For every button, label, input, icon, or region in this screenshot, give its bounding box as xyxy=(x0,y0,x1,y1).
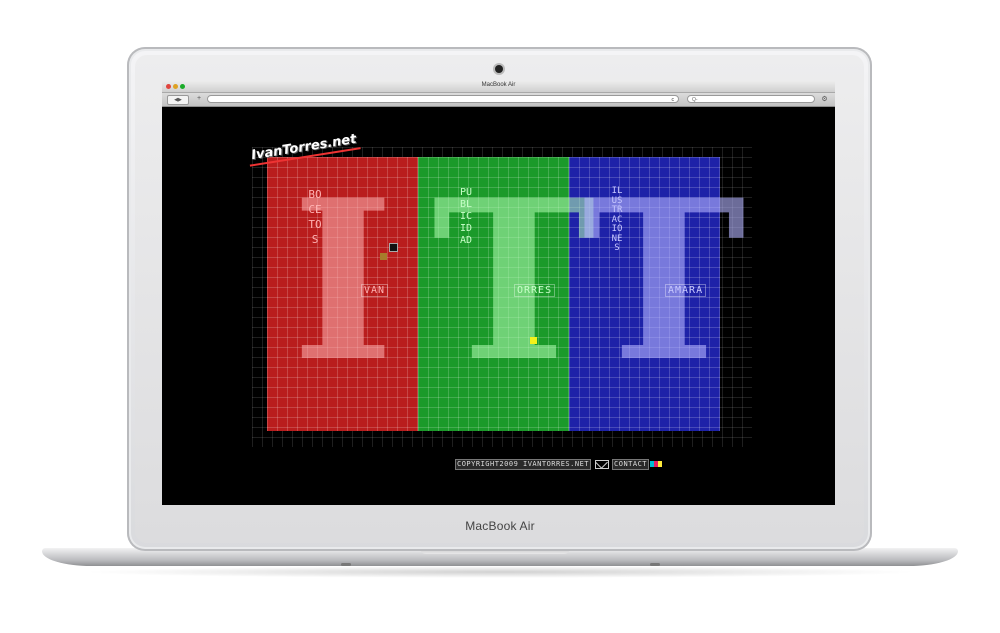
browser-titlebar: MacBook Air xyxy=(162,81,835,93)
big-letter-t-blue: T xyxy=(582,151,746,410)
website-content: I T T BOCETOS PUBLICIDAD ILUSTRACIONES V… xyxy=(162,107,835,505)
laptop-foot-right xyxy=(650,563,660,566)
laptop-foot-left xyxy=(341,563,351,566)
reload-icon[interactable]: c xyxy=(672,97,675,103)
laptop-shadow xyxy=(80,566,920,578)
add-bookmark-button[interactable]: + xyxy=(197,95,201,103)
search-field[interactable]: Q- xyxy=(687,95,815,103)
footer-contact-link[interactable]: CONTACT xyxy=(612,459,650,470)
screen: MacBook Air ◀▶ + c Q- ⚙ I T T BOCETOS PU… xyxy=(162,81,835,505)
camera-icon xyxy=(495,65,503,73)
big-letter-t-green: T xyxy=(432,151,596,410)
deco-square-black xyxy=(389,243,398,252)
window-title: MacBook Air xyxy=(481,82,516,88)
label-bocetos[interactable]: BOCETOS xyxy=(308,187,322,247)
laptop-brand-label: MacBook Air xyxy=(465,519,535,533)
yellow-swatch xyxy=(658,461,663,467)
address-bar[interactable]: c xyxy=(207,95,679,103)
site-footer: COPYRIGHT2009 IVANTORRES.NET CONTACT xyxy=(455,459,663,470)
forward-icon[interactable]: ▶ xyxy=(178,97,182,103)
big-letter-i: I xyxy=(291,151,395,410)
back-forward-buttons[interactable]: ◀▶ xyxy=(167,95,189,105)
deco-square-brown xyxy=(380,253,387,260)
browser-toolbar: ◀▶ + c Q- ⚙ xyxy=(162,93,835,107)
label-amara: AMARA xyxy=(665,284,707,297)
label-publicidad[interactable]: PUBLICIDAD xyxy=(459,187,473,247)
mail-icon[interactable] xyxy=(595,459,610,469)
footer-copyright: COPYRIGHT2009 IVANTORRES.NET xyxy=(455,459,592,470)
label-van: VAN xyxy=(361,284,389,297)
gear-icon[interactable]: ⚙ xyxy=(820,95,829,104)
label-ilustraciones[interactable]: ILUSTRACIONES xyxy=(610,186,624,254)
label-orres: ORRES xyxy=(514,284,556,297)
deco-square-yellow xyxy=(530,337,537,344)
